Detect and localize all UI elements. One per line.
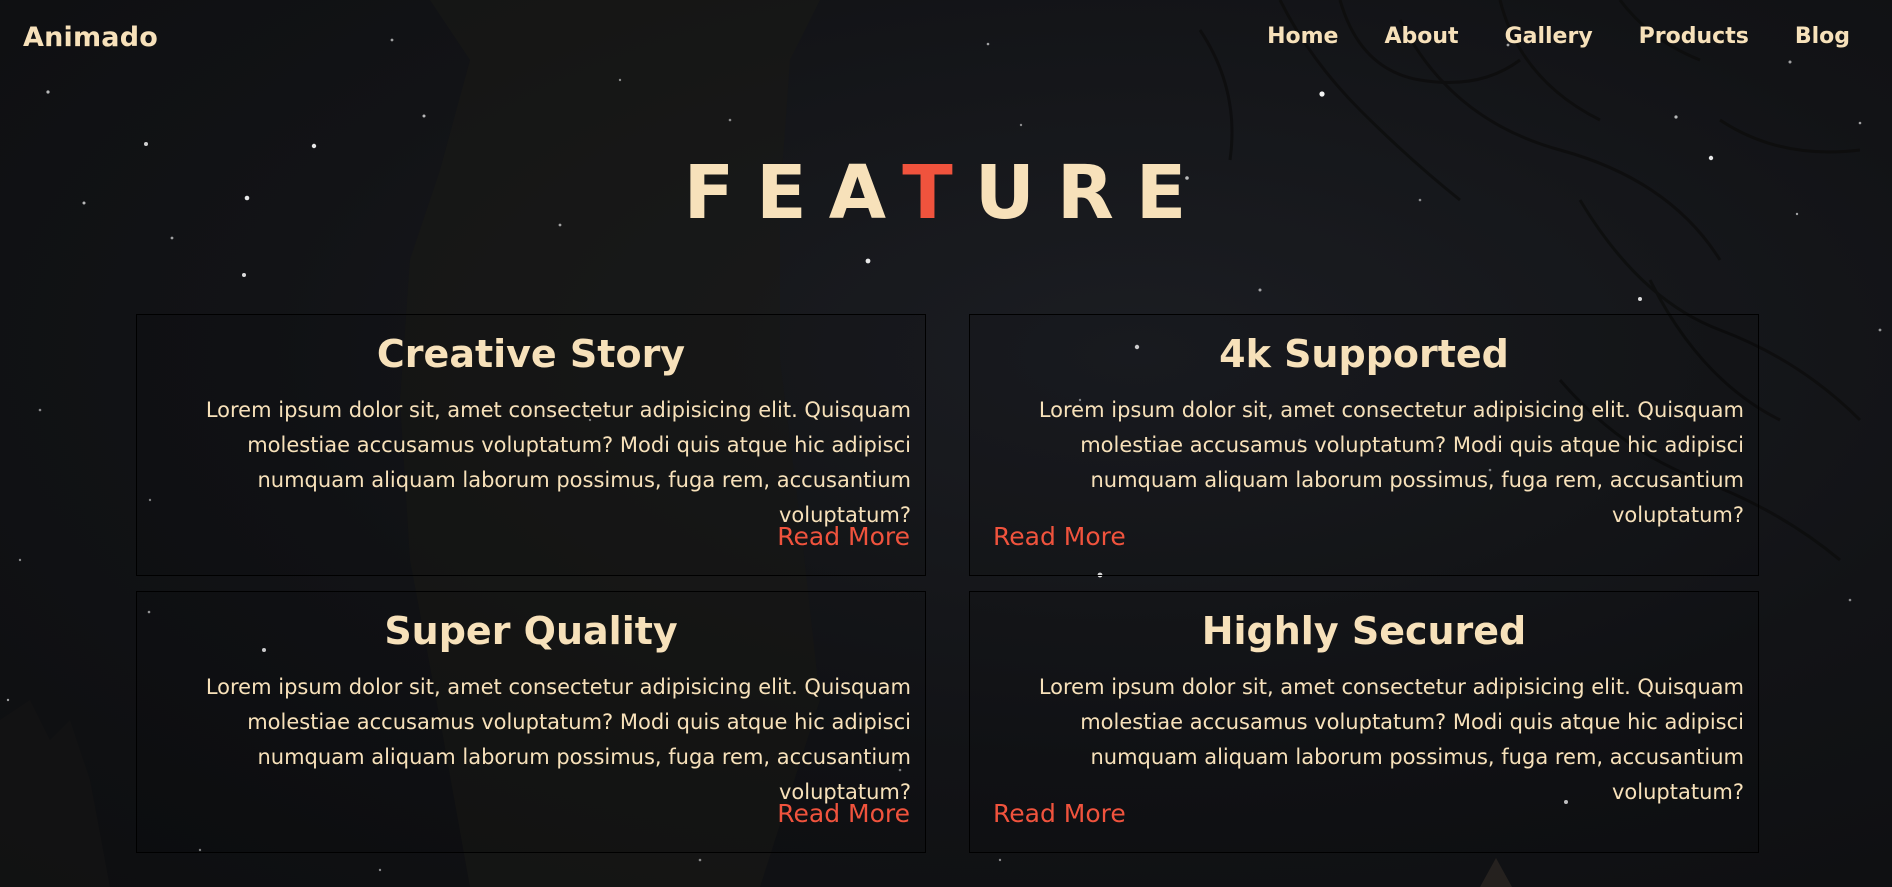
- navbar: Animado Home About Gallery Products Blog: [0, 0, 1892, 78]
- feature-card-creative-story: Creative Story Lorem ipsum dolor sit, am…: [136, 314, 926, 576]
- card-description: Lorem ipsum dolor sit, amet consectetur …: [1038, 675, 1744, 804]
- nav-link-blog[interactable]: Blog: [1795, 24, 1850, 49]
- feature-title-end: URE: [974, 150, 1209, 236]
- nav-link-products[interactable]: Products: [1639, 24, 1749, 49]
- card-title: Super Quality: [384, 609, 678, 653]
- card-title: Highly Secured: [1201, 609, 1527, 653]
- nav-link-about[interactable]: About: [1384, 24, 1458, 49]
- feature-card-highly-secured: Highly Secured Lorem ipsum dolor sit, am…: [969, 591, 1759, 853]
- read-more-link[interactable]: Read More: [777, 522, 910, 551]
- read-more-link[interactable]: Read More: [777, 799, 910, 828]
- read-more-link[interactable]: Read More: [993, 522, 1126, 551]
- nav-link-home[interactable]: Home: [1267, 24, 1338, 49]
- card-description: Lorem ipsum dolor sit, amet consectetur …: [205, 675, 911, 804]
- brand-logo[interactable]: Animado: [23, 22, 158, 53]
- nav-link-gallery[interactable]: Gallery: [1505, 24, 1593, 49]
- feature-card-4k-supported: 4k Supported Lorem ipsum dolor sit, amet…: [969, 314, 1759, 576]
- feature-title-start: FEA: [683, 150, 903, 236]
- feature-card-super-quality: Super Quality Lorem ipsum dolor sit, ame…: [136, 591, 926, 853]
- read-more-link[interactable]: Read More: [993, 799, 1126, 828]
- feature-title-highlight: T: [902, 150, 975, 236]
- feature-section-title: FEATURE: [0, 156, 1892, 230]
- card-title: Creative Story: [376, 332, 686, 376]
- card-description: Lorem ipsum dolor sit, amet consectetur …: [1038, 398, 1744, 527]
- card-title: 4k Supported: [1219, 332, 1509, 376]
- nav-menu: Home About Gallery Products Blog: [1267, 24, 1850, 49]
- card-description: Lorem ipsum dolor sit, amet consectetur …: [205, 398, 911, 527]
